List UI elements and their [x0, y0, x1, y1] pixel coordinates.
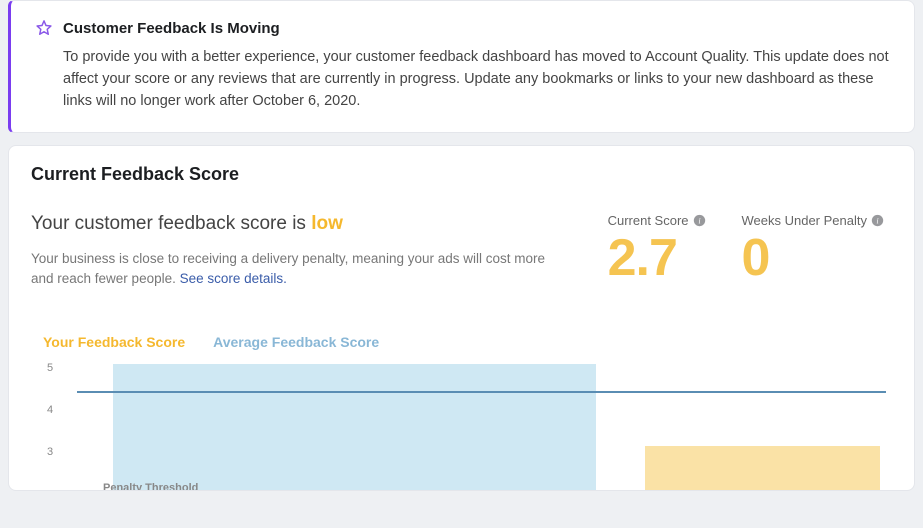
avg-line — [77, 391, 886, 393]
avg-area — [113, 364, 596, 490]
score-description-text: Your business is close to receiving a de… — [31, 251, 545, 286]
info-icon[interactable]: i — [693, 214, 706, 227]
weeks-penalty-metric: Weeks Under Penalty i 0 — [742, 213, 885, 284]
yours-area — [645, 446, 880, 490]
star-icon — [35, 19, 53, 37]
penalty-threshold-label: Penalty Threshold — [103, 482, 198, 490]
score-headline: Your customer feedback score is low — [31, 213, 588, 235]
see-details-link[interactable]: See score details. — [180, 271, 287, 286]
score-card: Current Feedback Score Your customer fee… — [8, 145, 915, 491]
legend-average-score[interactable]: Average Feedback Score — [213, 334, 379, 350]
weeks-penalty-label: Weeks Under Penalty i — [742, 213, 885, 228]
info-icon[interactable]: i — [871, 214, 884, 227]
score-summary: Your customer feedback score is low Your… — [31, 213, 588, 288]
current-score-label-text: Current Score — [608, 213, 689, 228]
score-status: low — [311, 213, 343, 234]
legend-your-score[interactable]: Your Feedback Score — [43, 334, 185, 350]
notice-header: Customer Feedback Is Moving — [35, 19, 890, 37]
svg-text:i: i — [698, 217, 700, 226]
weeks-penalty-label-text: Weeks Under Penalty — [742, 213, 868, 228]
feedback-chart: 5 4 3 Penalty Threshold — [31, 360, 892, 490]
current-score-metric: Current Score i 2.7 — [608, 213, 706, 284]
y-tick: 4 — [47, 404, 53, 416]
score-headline-prefix: Your customer feedback score is — [31, 213, 311, 234]
score-row: Your customer feedback score is low Your… — [31, 213, 892, 288]
chart-legend: Your Feedback Score Average Feedback Sco… — [31, 334, 892, 350]
notice-title: Customer Feedback Is Moving — [63, 20, 280, 37]
chart-plot: Penalty Threshold — [77, 360, 886, 490]
y-tick: 3 — [47, 446, 53, 458]
svg-text:i: i — [876, 217, 878, 226]
y-tick: 5 — [47, 362, 53, 374]
notice-body: To provide you with a better experience,… — [35, 47, 890, 112]
current-score-label: Current Score i — [608, 213, 706, 228]
weeks-penalty-value: 0 — [742, 232, 885, 284]
notice-card: Customer Feedback Is Moving To provide y… — [8, 0, 915, 133]
chart-area: Your Feedback Score Average Feedback Sco… — [31, 334, 892, 490]
current-score-value: 2.7 — [608, 232, 706, 284]
score-metrics: Current Score i 2.7 Weeks Under Penalty … — [608, 213, 892, 284]
score-description: Your business is close to receiving a de… — [31, 249, 551, 288]
section-title: Current Feedback Score — [31, 164, 892, 185]
